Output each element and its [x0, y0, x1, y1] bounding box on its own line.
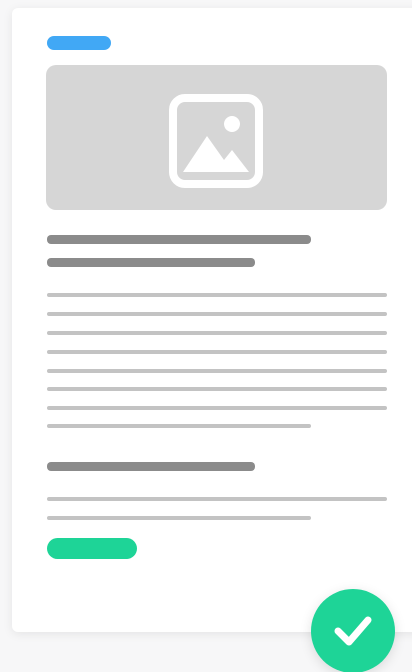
body-line-10: [47, 516, 311, 520]
cta-button[interactable]: [47, 538, 137, 559]
confirm-button[interactable]: [311, 589, 395, 672]
image-icon: [169, 94, 263, 188]
checkmark-icon: [334, 616, 372, 646]
body-line-4: [47, 350, 387, 354]
body-line-6: [47, 387, 387, 391]
page: [0, 0, 412, 672]
article-card: [12, 8, 412, 632]
body-line-3: [47, 331, 387, 335]
body-line-2: [47, 312, 387, 316]
headline-line-1: [47, 235, 311, 244]
subheading-line: [47, 462, 255, 471]
body-line-9: [47, 497, 387, 501]
body-line-1: [47, 293, 387, 297]
body-line-7: [47, 406, 387, 410]
image-placeholder: [46, 65, 387, 210]
category-tag[interactable]: [47, 36, 111, 50]
body-line-8: [47, 424, 311, 428]
headline-line-2: [47, 258, 255, 267]
body-line-5: [47, 369, 387, 373]
